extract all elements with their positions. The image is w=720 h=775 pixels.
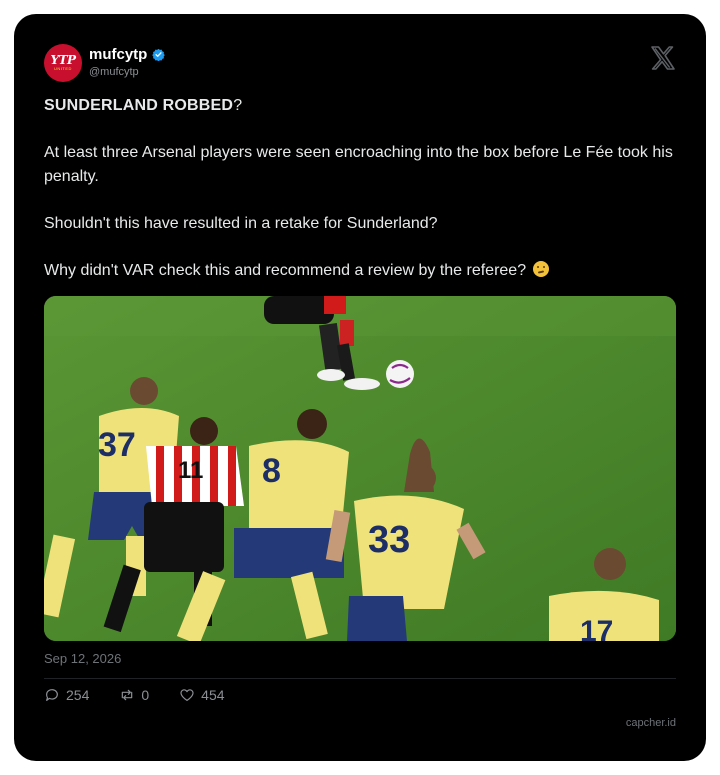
- tweet-actions: 254 0 454: [44, 687, 255, 703]
- author-display-name[interactable]: mufcytp: [89, 46, 147, 63]
- repost-button[interactable]: 0: [119, 687, 149, 703]
- shirt-number-37: 37: [98, 426, 136, 464]
- reply-icon: [46, 689, 58, 701]
- shirt-number-11: 11: [178, 457, 203, 484]
- tweet-paragraph-1: At least three Arsenal players were seen…: [44, 144, 673, 185]
- football-photo-illustration: 37 11 8 33 17: [44, 296, 676, 641]
- tweet-media-photo[interactable]: 37 11 8 33 17: [44, 296, 676, 641]
- avatar[interactable]: YTP UNITED: [44, 44, 82, 82]
- reply-button[interactable]: 254: [44, 687, 89, 703]
- tweet-text: SUNDERLAND ROBBED? At least three Arsena…: [44, 94, 684, 283]
- author-handle[interactable]: @mufcytp: [89, 66, 165, 78]
- tweet-date[interactable]: Sep 12, 2026: [44, 651, 121, 666]
- heart-icon: [180, 689, 194, 701]
- repost-count: 0: [141, 687, 150, 703]
- author-name-block: mufcytp @mufcytp: [89, 46, 166, 78]
- tweet-header: YTP UNITED mufcytp @mufcytp: [44, 44, 676, 84]
- shirt-number-33: 33: [368, 519, 410, 561]
- like-count: 454: [201, 687, 225, 703]
- repost-icon: [122, 689, 133, 701]
- reply-count: 254: [66, 687, 90, 703]
- author-display-name-row[interactable]: mufcytp: [89, 46, 166, 63]
- like-button[interactable]: 454: [179, 687, 225, 703]
- verified-badge-icon: [152, 48, 166, 61]
- tweet-headline-suffix: ?: [233, 97, 243, 114]
- shirt-number-17: 17: [580, 615, 613, 641]
- divider: [44, 678, 676, 679]
- avatar-logo-text: YTP: [50, 53, 76, 67]
- tweet-headline: SUNDERLAND ROBBED: [44, 97, 234, 114]
- tweet-card: YTP UNITED mufcytp @mufcytp SUNDERLAND R…: [14, 14, 706, 761]
- tweet-paragraph-2: Shouldn't this have resulted in a retake…: [44, 215, 438, 232]
- x-logo-icon[interactable]: [650, 46, 676, 70]
- watermark: capcher.id: [625, 717, 676, 729]
- avatar-logo-sub: UNITED: [54, 66, 72, 71]
- tweet-paragraph-3: Why didn't VAR check this and recommend …: [44, 262, 527, 279]
- thinking-face-emoji-icon: [532, 261, 549, 277]
- shirt-number-8: 8: [262, 452, 281, 490]
- football: [386, 360, 414, 388]
